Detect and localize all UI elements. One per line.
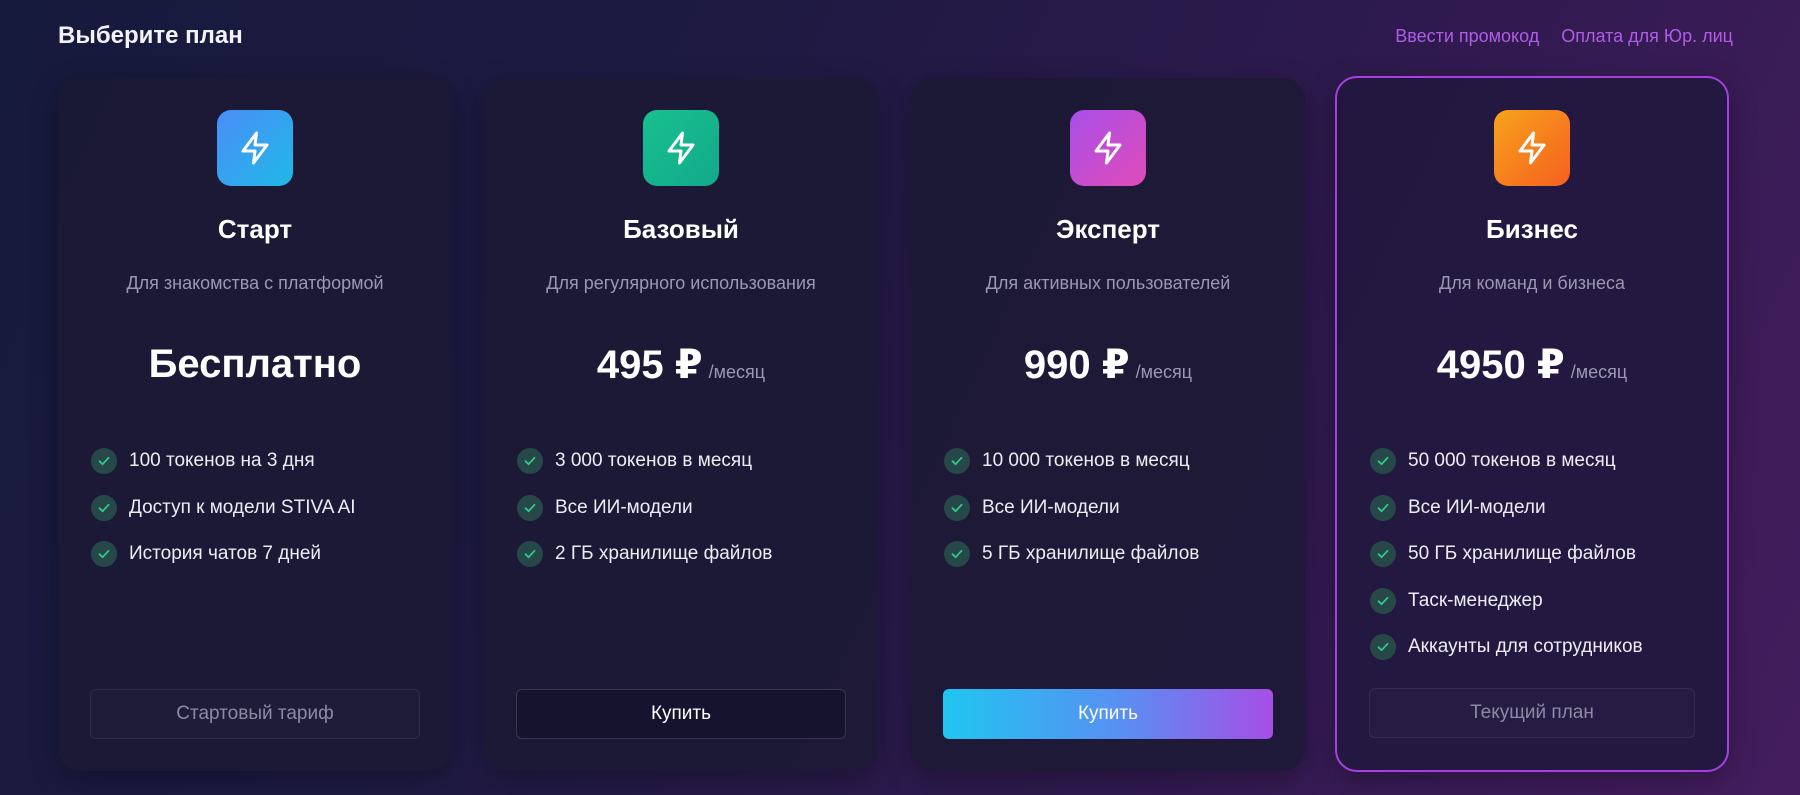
feature-item: 3 000 токенов в месяц <box>517 438 858 485</box>
lightning-bolt-icon <box>643 110 719 186</box>
feature-list: 100 токенов на 3 дня Доступ к модели STI… <box>91 438 432 578</box>
feature-label: 50 ГБ хранилище файлов <box>1408 543 1636 565</box>
current-plan-button[interactable]: Текущий план <box>1369 688 1695 738</box>
feature-item: 50 000 токенов в месяц <box>1370 438 1707 485</box>
check-icon <box>517 541 543 568</box>
feature-label: Все ИИ-модели <box>1408 496 1546 518</box>
feature-label: Доступ к модели STIVA AI <box>129 496 356 518</box>
plan-name: Эксперт <box>1055 214 1161 244</box>
legal-entity-payment-link[interactable]: Оплата для Юр. лиц <box>1561 26 1733 47</box>
check-icon <box>1370 541 1396 568</box>
plan-description: Для команд и бизнеса <box>1439 273 1625 293</box>
feature-label: История чатов 7 дней <box>129 543 322 565</box>
check-icon <box>517 448 543 475</box>
lightning-bolt-icon <box>1070 110 1146 186</box>
plan-price: 495 ₽ <box>596 343 703 387</box>
check-icon <box>1370 494 1396 521</box>
feature-item: Таск-менеджер <box>1370 578 1707 625</box>
check-icon <box>91 541 117 568</box>
feature-item: 5 ГБ хранилище файлов <box>944 531 1285 578</box>
page-header: Выберите план Ввести промокод Оплата для… <box>0 0 1800 75</box>
feature-label: Аккаунты для сотрудников <box>1408 636 1643 658</box>
feature-item: 100 токенов на 3 дня <box>91 438 432 485</box>
feature-item: 10 000 токенов в месяц <box>944 438 1285 485</box>
plan-description: Для знакомства с платформой <box>126 273 384 293</box>
lightning-bolt-icon <box>217 110 293 186</box>
feature-item: 2 ГБ хранилище файлов <box>517 531 858 578</box>
feature-item: Все ИИ-модели <box>1370 485 1707 532</box>
feature-label: 100 токенов на 3 дня <box>129 450 315 472</box>
check-icon <box>91 494 117 521</box>
start-plan-button[interactable]: Стартовый тариф <box>90 689 420 739</box>
price-period: /месяц <box>1135 362 1193 382</box>
feature-list: 10 000 токенов в месяц Все ИИ-модели 5 Г… <box>944 438 1285 578</box>
check-icon <box>944 541 970 568</box>
check-icon <box>944 448 970 475</box>
feature-list: 50 000 токенов в месяц Все ИИ-модели 50 … <box>1370 438 1707 671</box>
plan-name: Бизнес <box>1486 214 1578 244</box>
plan-card-expert: Эксперт Для активных пользователей 990 ₽… <box>911 78 1305 771</box>
price-period: /месяц <box>1570 362 1628 382</box>
plan-price: 4950 ₽ <box>1436 343 1565 387</box>
plan-card-basic: Базовый Для регулярного использования 49… <box>484 78 878 771</box>
plan-description: Для регулярного использования <box>546 273 816 293</box>
check-icon <box>944 494 970 521</box>
price-row: 990 ₽ /месяц <box>911 342 1305 388</box>
feature-item: 50 ГБ хранилище файлов <box>1370 531 1707 578</box>
plan-name: Старт <box>217 214 293 244</box>
plan-card-start: Старт Для знакомства с платформой Беспла… <box>58 78 452 771</box>
plan-card-business: Бизнес Для команд и бизнеса 4950 ₽ /меся… <box>1335 76 1729 772</box>
price-period: /месяц <box>708 362 766 382</box>
plan-price: 990 ₽ <box>1023 343 1130 387</box>
feature-label: 5 ГБ хранилище файлов <box>982 543 1200 565</box>
feature-label: Все ИИ-модели <box>982 496 1120 518</box>
price-row: Бесплатно <box>58 342 452 387</box>
check-icon <box>517 494 543 521</box>
page-title: Выберите план <box>58 22 243 49</box>
check-icon <box>1370 587 1396 614</box>
feature-item: Аккаунты для сотрудников <box>1370 624 1707 671</box>
feature-item: История чатов 7 дней <box>91 531 432 578</box>
plan-name: Базовый <box>623 214 739 244</box>
feature-label: Таск-менеджер <box>1408 589 1543 611</box>
feature-item: Все ИИ-модели <box>517 485 858 532</box>
feature-label: 3 000 токенов в месяц <box>555 450 753 472</box>
header-links: Ввести промокод Оплата для Юр. лиц <box>1395 26 1733 47</box>
check-icon <box>1370 448 1396 475</box>
plan-price: Бесплатно <box>148 342 362 386</box>
feature-label: 10 000 токенов в месяц <box>982 450 1190 472</box>
check-icon <box>1370 634 1396 661</box>
lightning-bolt-icon <box>1494 110 1570 186</box>
feature-label: 50 000 токенов в месяц <box>1408 450 1616 472</box>
buy-expert-button[interactable]: Купить <box>943 689 1273 739</box>
feature-item: Все ИИ-модели <box>944 485 1285 532</box>
check-icon <box>91 448 117 475</box>
promo-code-link[interactable]: Ввести промокод <box>1395 26 1539 47</box>
feature-list: 3 000 токенов в месяц Все ИИ-модели 2 ГБ… <box>517 438 858 578</box>
price-row: 495 ₽ /месяц <box>484 342 878 388</box>
buy-basic-button[interactable]: Купить <box>516 689 846 739</box>
feature-label: 2 ГБ хранилище файлов <box>555 543 773 565</box>
feature-item: Доступ к модели STIVA AI <box>91 485 432 532</box>
feature-label: Все ИИ-модели <box>555 496 693 518</box>
plan-description: Для активных пользователей <box>985 273 1231 293</box>
price-row: 4950 ₽ /месяц <box>1337 342 1727 388</box>
